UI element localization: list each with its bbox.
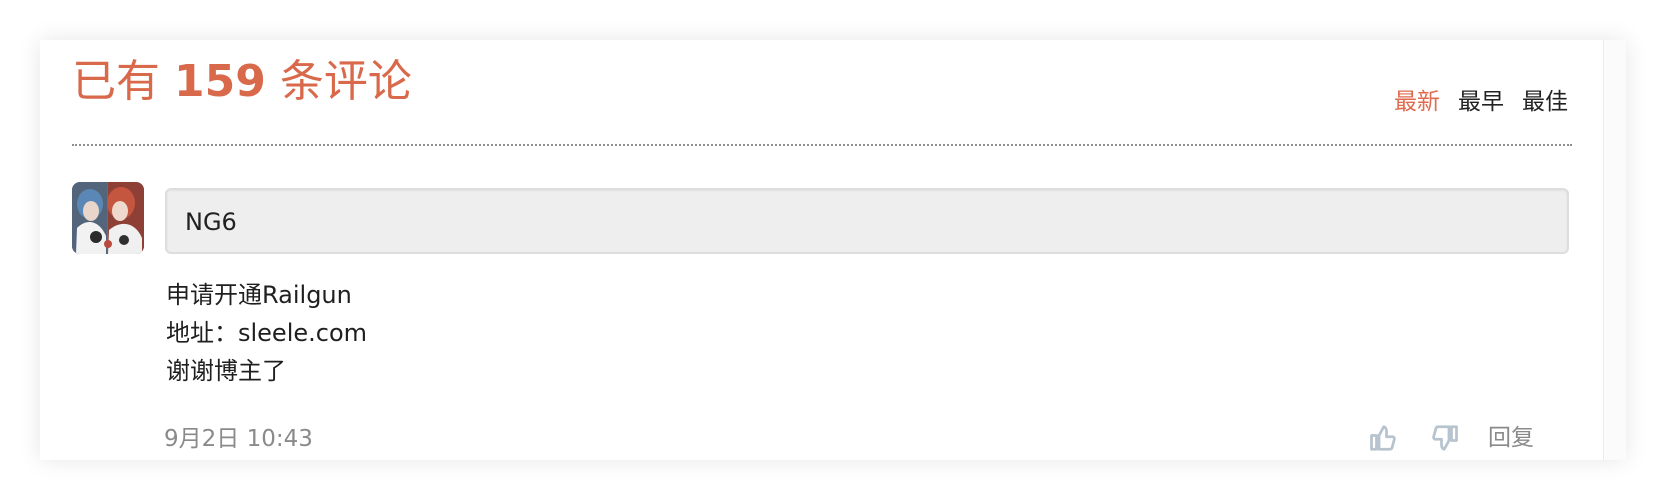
thumbs-down-icon	[1432, 425, 1458, 451]
header-divider	[72, 144, 1572, 146]
title-suffix: 条评论	[279, 56, 412, 107]
comment-timestamp: 9月2日 10:43	[164, 426, 313, 452]
comment-actions: 回复	[1364, 418, 1534, 458]
comment-line: 地址：sleele.com	[166, 319, 368, 347]
title-prefix: 已有	[72, 56, 160, 107]
thumbs-up-icon	[1370, 425, 1396, 451]
avatar[interactable]	[72, 182, 144, 254]
comments-title: 已有 159 条评论	[72, 54, 412, 110]
sort-tab-oldest[interactable]: 最早	[1458, 86, 1504, 118]
comment-panel: 已有 159 条评论 最新 最早 最佳 NG6 申请开通Railgun 地址：sle…	[40, 40, 1626, 460]
reply-link[interactable]: 回复	[1488, 423, 1534, 453]
comment-line: 申请开通Railgun	[166, 281, 352, 309]
author-name[interactable]: NG6	[185, 208, 237, 236]
author-name-box: NG6	[165, 188, 1569, 254]
panel-edge	[1603, 40, 1626, 460]
sort-tab-newest[interactable]: 最新	[1394, 86, 1440, 118]
comment-count: 159	[174, 56, 266, 107]
like-button[interactable]	[1364, 418, 1404, 458]
comment-line: 谢谢博主了	[166, 357, 286, 385]
sort-tabs: 最新 最早 最佳	[1394, 86, 1568, 118]
dislike-button[interactable]	[1424, 418, 1464, 458]
sort-tab-best[interactable]: 最佳	[1522, 86, 1568, 118]
comment-body: 申请开通Railgun 地址：sleele.com 谢谢博主了	[166, 276, 367, 390]
